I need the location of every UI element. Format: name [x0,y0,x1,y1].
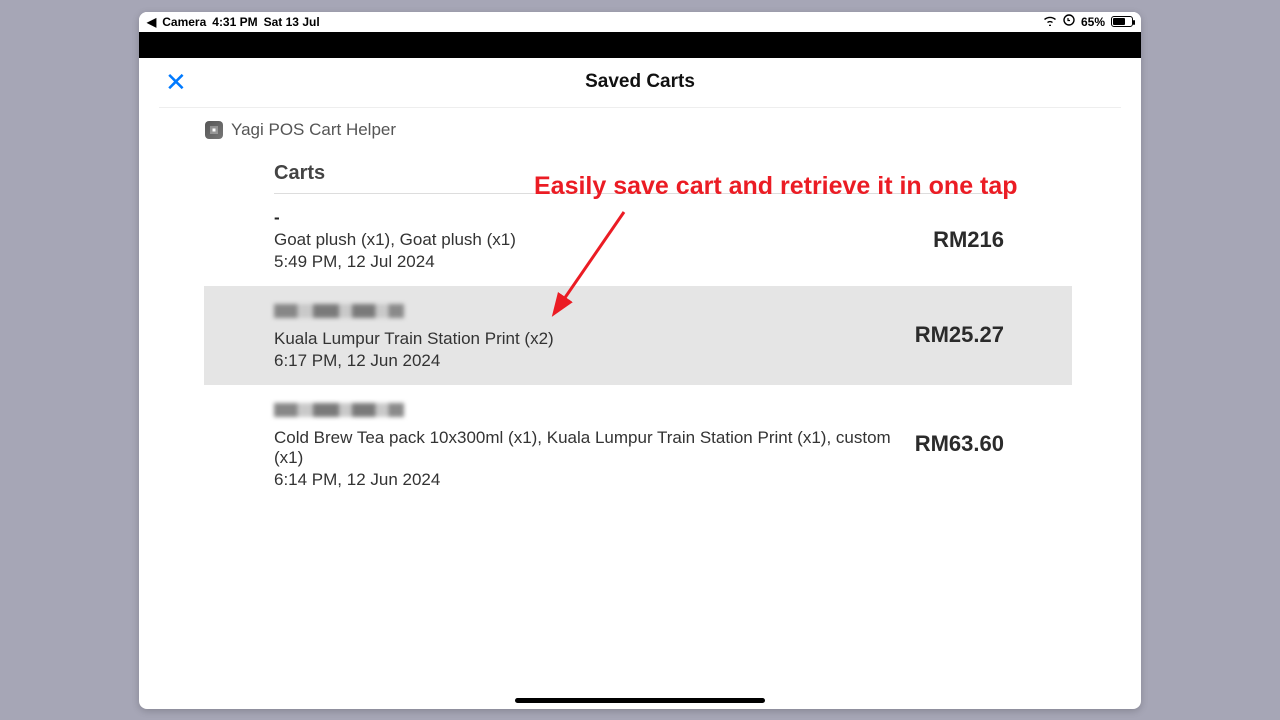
cart-timestamp: 6:14 PM, 12 Jun 2024 [274,470,915,490]
cart-price: RM25.27 [915,322,1004,348]
battery-pct: 65% [1081,15,1105,29]
close-icon[interactable]: ✕ [159,67,193,98]
redacted-title [274,403,404,417]
annotation-text: Easily save cart and retrieve it in one … [534,172,1018,201]
wifi-icon [1043,15,1057,29]
cart-description: Kuala Lumpur Train Station Print (x2) [274,329,915,349]
rotation-lock-icon [1063,14,1075,29]
back-to-app-icon[interactable]: ◀ [147,15,156,29]
app-black-bar [139,32,1141,58]
status-bar: ◀ Camera 4:31 PM Sat 13 Jul 65% [139,12,1141,32]
cart-timestamp: 5:49 PM, 12 Jul 2024 [274,252,933,272]
app-icon [205,121,223,139]
cart-title: - [274,208,933,228]
cart-row[interactable]: Kuala Lumpur Train Station Print (x2)6:1… [204,286,1072,385]
back-to-app-label[interactable]: Camera [162,15,206,29]
battery-icon [1111,16,1133,27]
cart-row[interactable]: -Goat plush (x1), Goat plush (x1)5:49 PM… [274,194,1004,286]
modal-header: ✕ Saved Carts [159,58,1121,108]
home-indicator[interactable] [515,698,765,703]
modal-title: Saved Carts [159,71,1121,93]
redacted-title [274,304,404,318]
cart-price: RM63.60 [915,431,1004,457]
device-frame: ◀ Camera 4:31 PM Sat 13 Jul 65% ✕ Saved … [139,12,1141,709]
cart-price: RM216 [933,227,1004,253]
carts-section: Carts -Goat plush (x1), Goat plush (x1)5… [274,162,1004,504]
cart-timestamp: 6:17 PM, 12 Jun 2024 [274,351,915,371]
status-time: 4:31 PM [212,15,257,29]
cart-row[interactable]: Cold Brew Tea pack 10x300ml (x1), Kuala … [274,385,1004,504]
cart-list: -Goat plush (x1), Goat plush (x1)5:49 PM… [274,194,1004,504]
status-date: Sat 13 Jul [264,15,320,29]
app-name-label: Yagi POS Cart Helper [231,120,396,140]
cart-description: Cold Brew Tea pack 10x300ml (x1), Kuala … [274,428,915,468]
cart-description: Goat plush (x1), Goat plush (x1) [274,230,933,250]
app-name-row: Yagi POS Cart Helper [139,108,1141,152]
